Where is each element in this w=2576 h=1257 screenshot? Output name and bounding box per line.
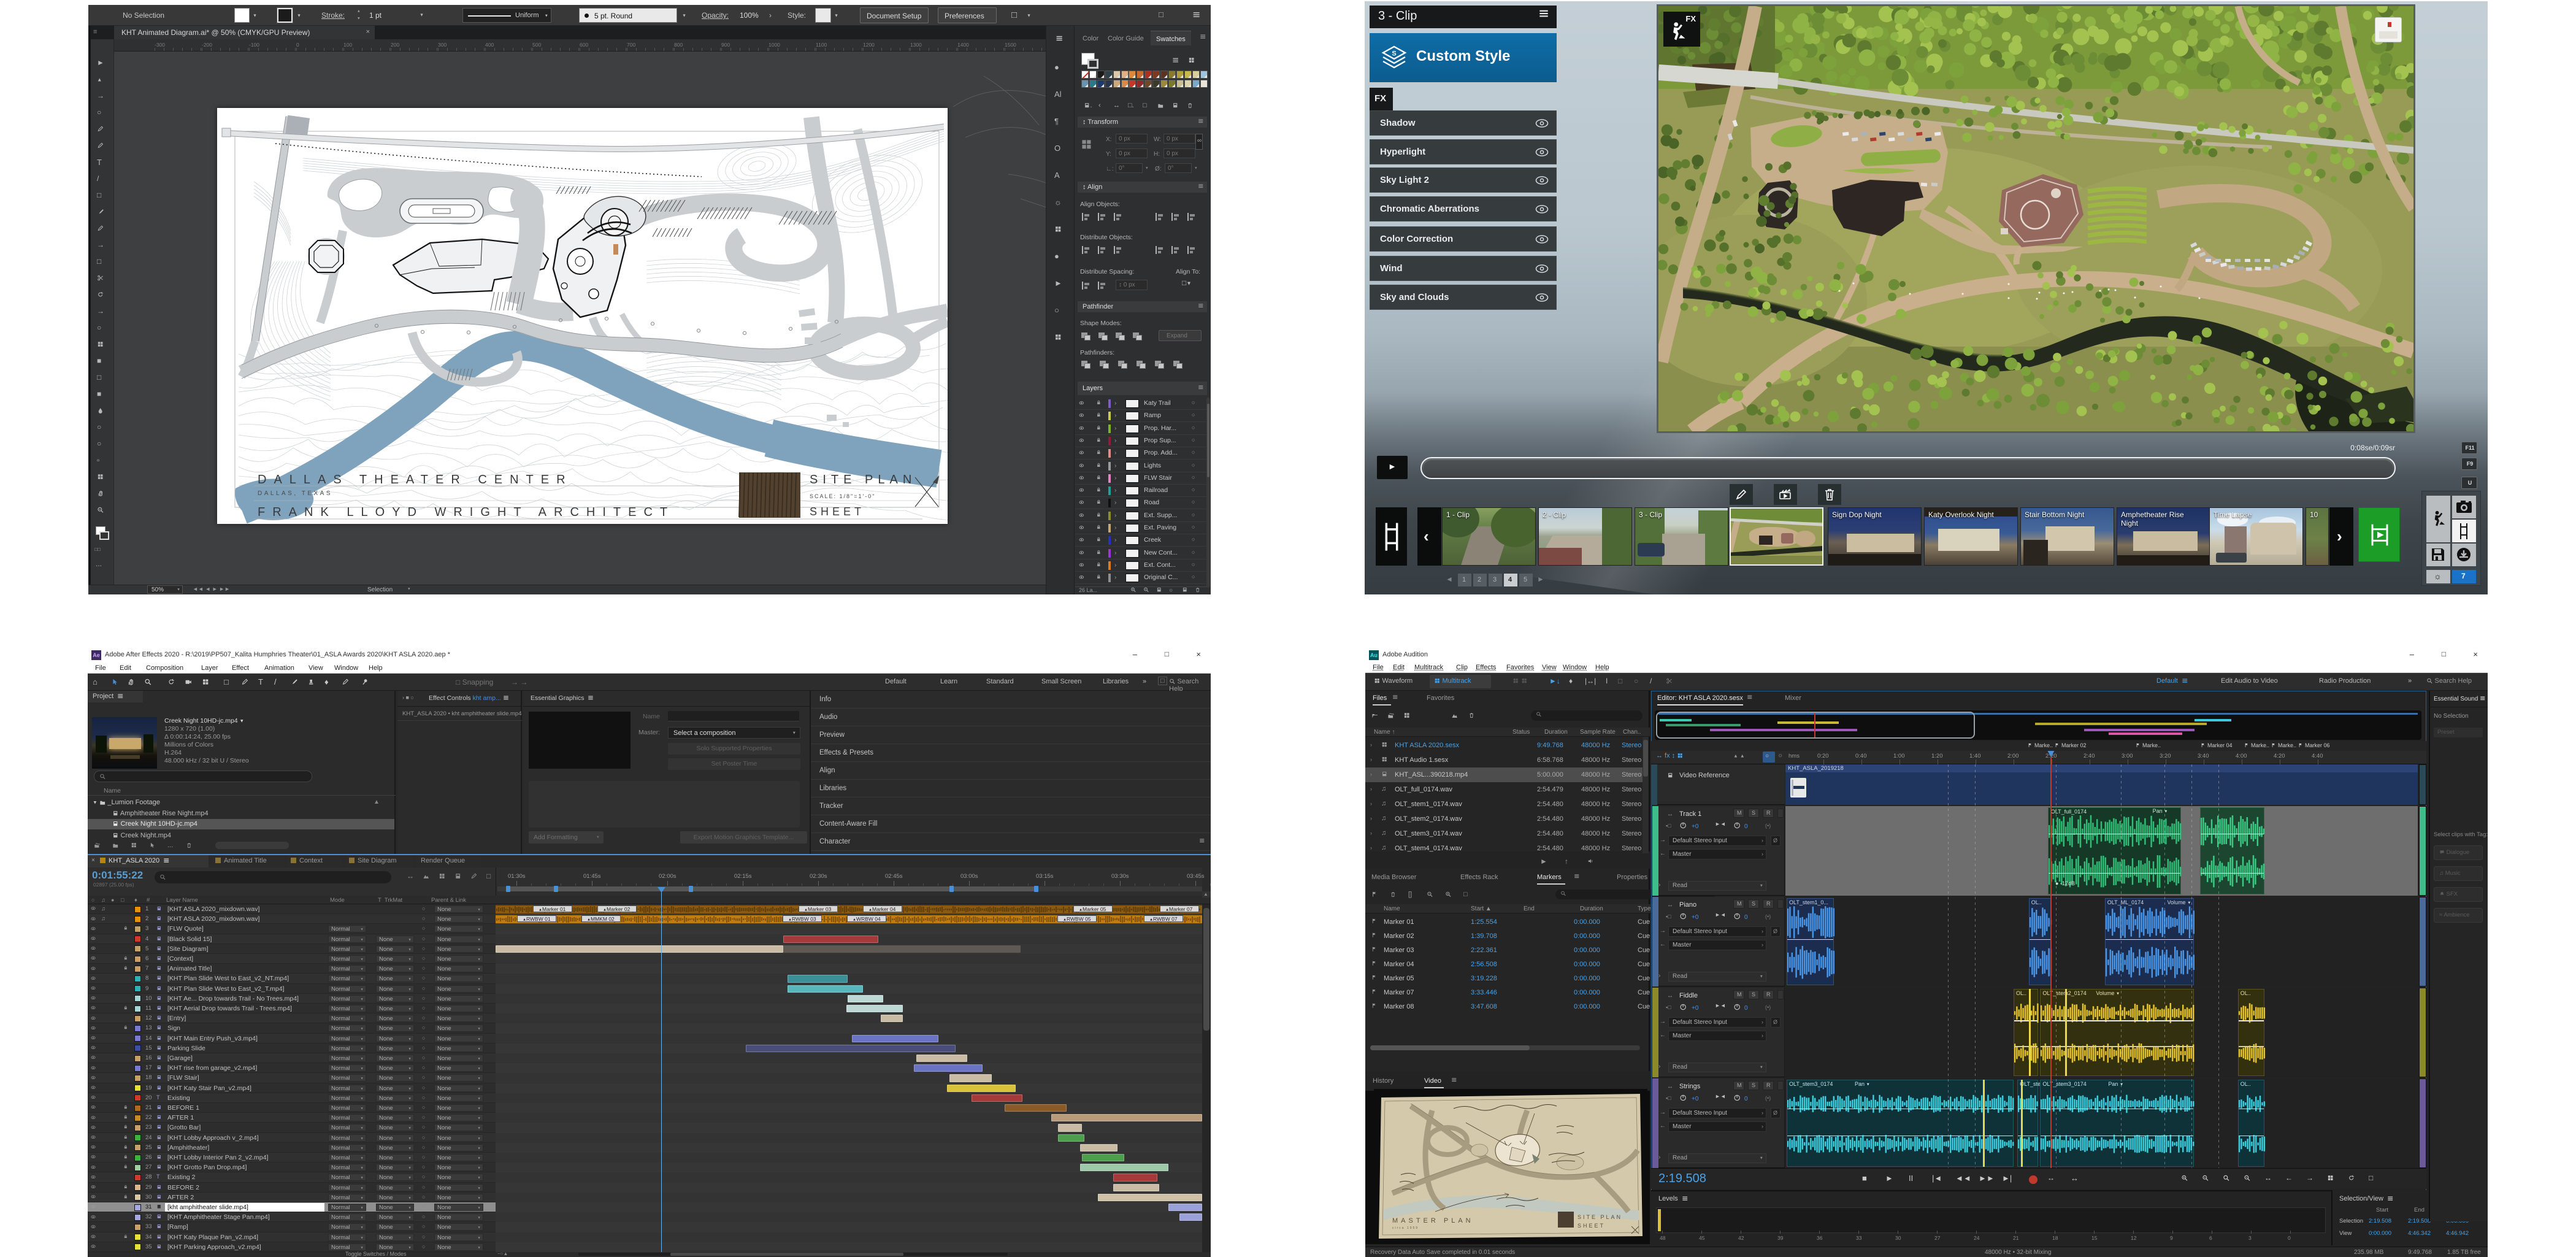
svg-text:SHEET: SHEET	[1577, 1223, 1605, 1229]
svg-text:FRANK LLOYD WRIGHT ARCHITECT: FRANK LLOYD WRIGHT ARCHITECT	[258, 505, 675, 519]
svg-text:DALLAS, TEXAS: DALLAS, TEXAS	[258, 490, 332, 497]
svg-text:SITE PLAN: SITE PLAN	[1577, 1214, 1622, 1220]
svg-text:DALLAS THEATER CENTER: DALLAS THEATER CENTER	[258, 473, 573, 486]
svg-text:SITE PLAN: SITE PLAN	[810, 473, 916, 486]
svg-text:circa 1959: circa 1959	[1392, 1226, 1419, 1230]
svg-text:SHEET: SHEET	[810, 505, 865, 518]
svg-text:SCALE: 1/8"=1'-0": SCALE: 1/8"=1'-0"	[810, 493, 875, 499]
svg-text:S: S	[1392, 50, 1396, 58]
svg-text:MASTER PLAN: MASTER PLAN	[1392, 1217, 1474, 1224]
